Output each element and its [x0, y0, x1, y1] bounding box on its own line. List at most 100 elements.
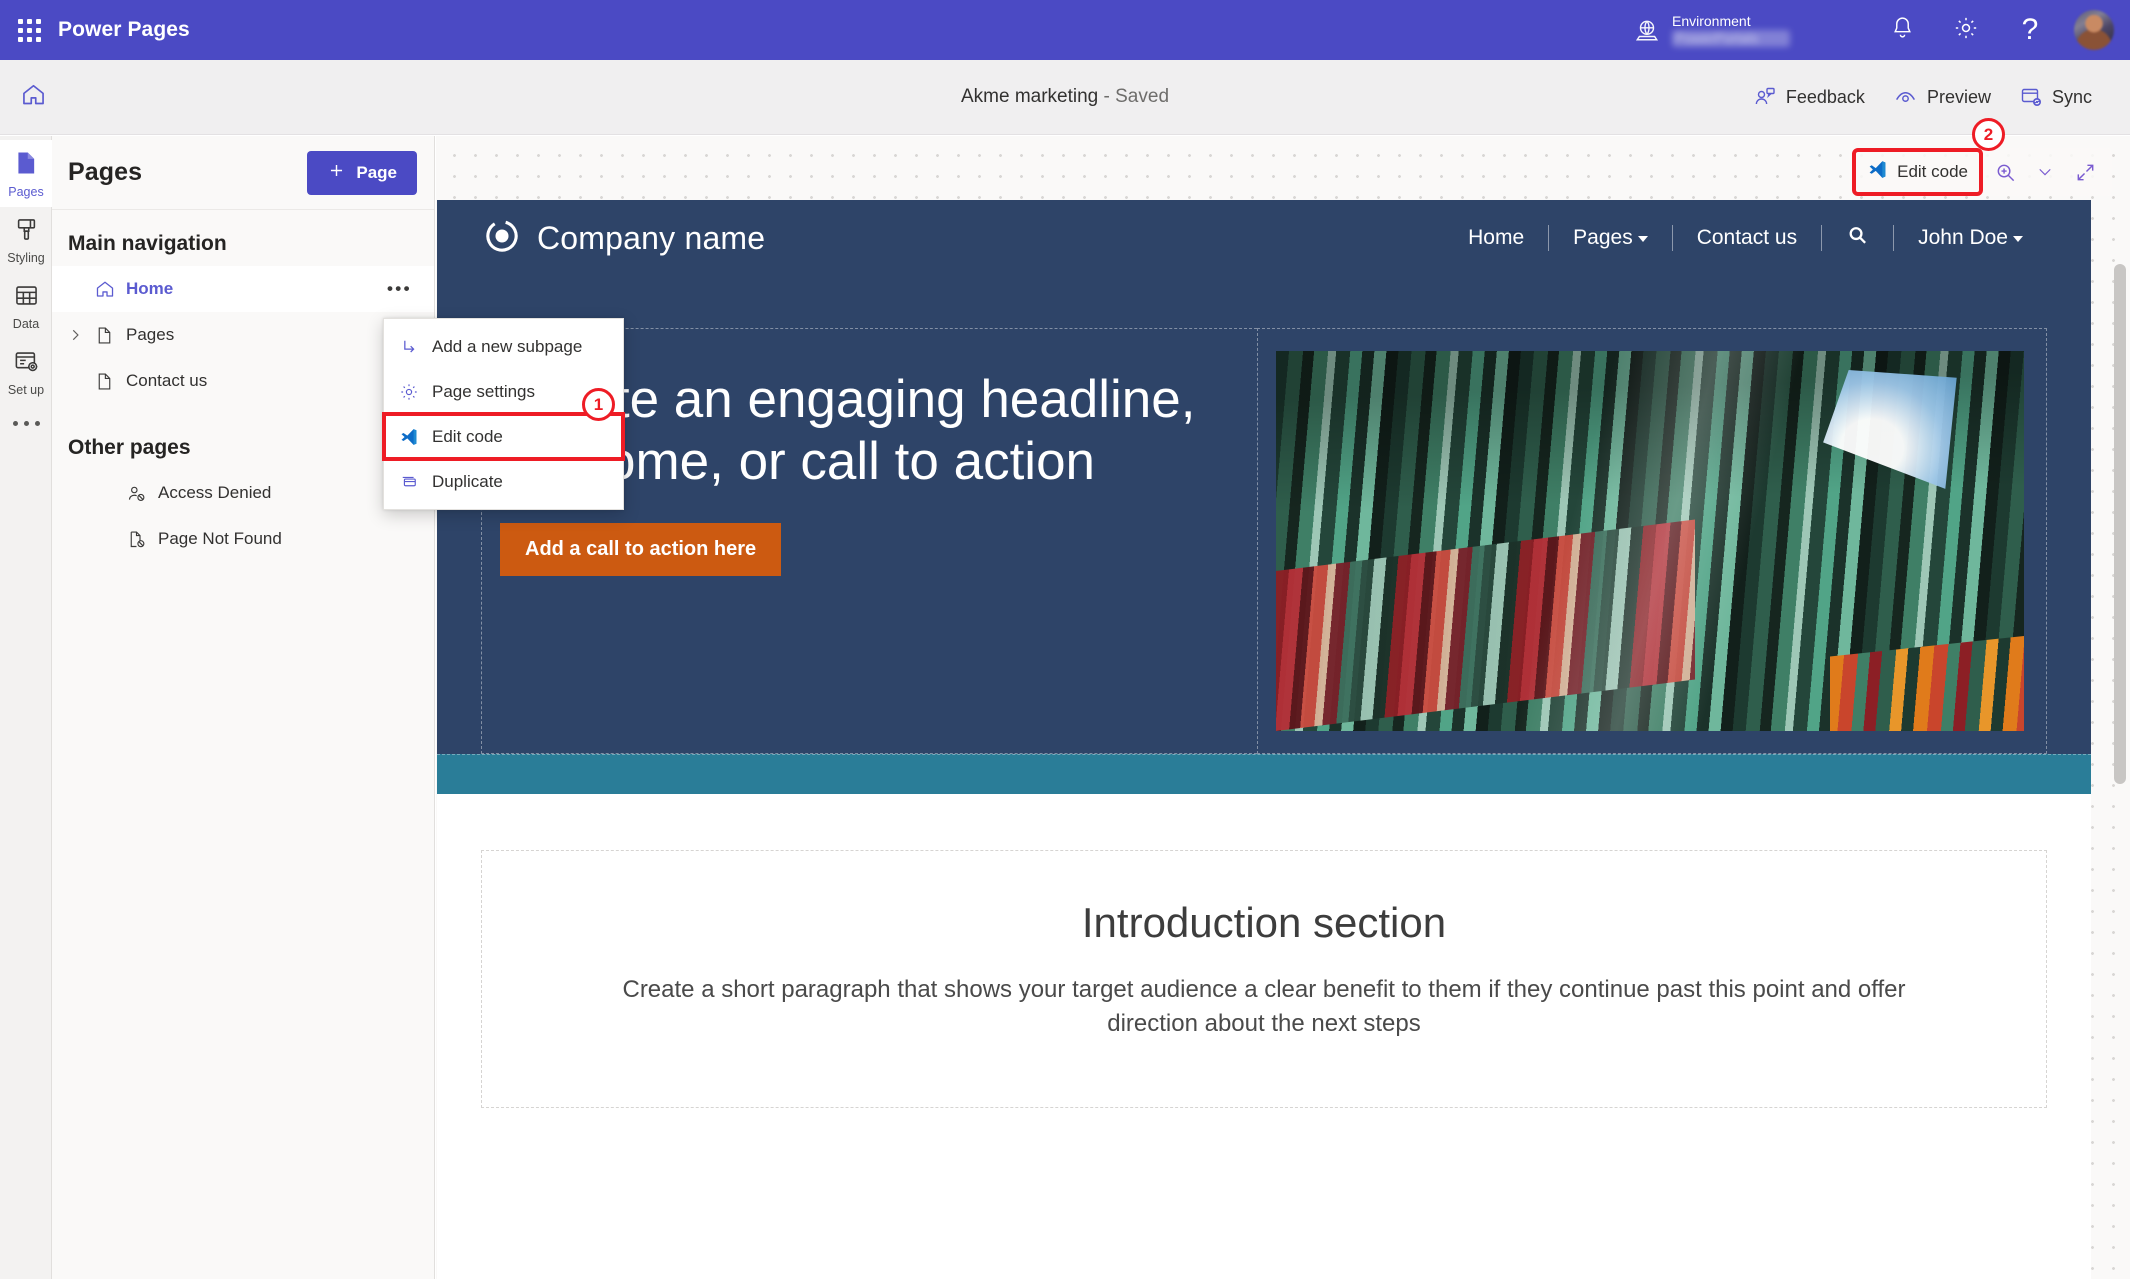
feedback-button[interactable]: Feedback: [1741, 77, 1877, 117]
app-launcher-button[interactable]: [0, 0, 58, 60]
home-button[interactable]: [2, 66, 64, 128]
feedback-label: Feedback: [1785, 86, 1865, 107]
pages-panel-header: Pages Page: [52, 136, 434, 210]
other-pages-title: Other pages: [68, 436, 191, 459]
tree-item-page-not-found[interactable]: Page Not Found: [52, 516, 434, 562]
home-outline-icon: [94, 278, 126, 300]
site-nav-contact-us[interactable]: Contact us: [1673, 226, 1821, 250]
tree-item-home-label: Home: [126, 279, 174, 298]
menu-item-add-subpage-label: Add a new subpage: [432, 336, 583, 356]
sync-button[interactable]: Sync: [2007, 77, 2104, 117]
app-title: Power Pages: [58, 18, 190, 41]
notifications-button[interactable]: [1870, 0, 1934, 60]
question-mark-icon: ?: [2021, 13, 2039, 46]
sidebar-item-pages[interactable]: Pages: [0, 140, 52, 207]
tree-item-access-denied-label: Access Denied: [158, 483, 272, 502]
sidebar-item-data-label: Data: [12, 317, 40, 331]
sidebar-item-data[interactable]: Data: [0, 273, 52, 339]
tree-item-contact-us[interactable]: Contact us: [52, 358, 434, 404]
site-nav-pages-label: Pages: [1573, 226, 1633, 249]
hero-image-block[interactable]: [1257, 328, 2047, 754]
edit-code-button[interactable]: Edit code: [1852, 148, 1983, 196]
hero-image: [1276, 351, 2024, 731]
home-icon: [20, 81, 47, 113]
menu-item-duplicate[interactable]: Duplicate: [384, 459, 623, 504]
page-file-outline-icon: [94, 325, 126, 346]
tree-item-pages[interactable]: Pages: [52, 312, 434, 358]
design-canvas: Edit code Company name Home Pages Contac…: [436, 136, 2130, 1279]
menu-item-edit-code[interactable]: Edit code: [382, 412, 625, 461]
gear-icon: [398, 382, 419, 402]
site-header: Company name Home Pages Contact us John …: [437, 200, 2091, 276]
suite-bar-right: Environment PowerPortals ?: [1634, 0, 2130, 60]
menu-item-edit-code-label: Edit code: [432, 426, 503, 446]
vscode-icon: [398, 427, 419, 447]
chevron-down-icon[interactable]: [2030, 154, 2060, 190]
hero-image-sheen: [1276, 351, 2024, 731]
site-hero-section: Create an engaging headline, welcome, or…: [437, 276, 2091, 754]
hero-inner: Create an engaging headline, welcome, or…: [481, 328, 2047, 754]
site-nav-search[interactable]: [1822, 224, 1893, 253]
page-file-outline-icon: [94, 371, 126, 392]
left-icon-rail: Pages Styling Data Set up: [0, 136, 52, 1279]
command-bar: Akme marketing - Saved Feedback Preview: [0, 60, 2130, 135]
duplicate-icon: [398, 472, 419, 492]
chevron-right-icon[interactable]: [68, 328, 94, 342]
preview-button[interactable]: Preview: [1881, 77, 2003, 118]
canvas-scrollbar-thumb[interactable]: [2114, 264, 2126, 784]
intro-section: Introduction section Create a short para…: [437, 794, 2091, 1153]
feedback-people-icon: [1753, 85, 1777, 109]
plus-icon: [327, 161, 346, 185]
edit-code-label: Edit code: [1897, 162, 1968, 181]
hero-cta-button[interactable]: Add a call to action here: [500, 523, 782, 576]
document-name: Akme marketing: [960, 86, 1099, 107]
site-nav-user-label: John Doe: [1918, 226, 2008, 249]
intro-body: Create a short paragraph that shows your…: [622, 976, 1906, 1038]
help-button[interactable]: ?: [1998, 0, 2062, 60]
menu-item-duplicate-label: Duplicate: [432, 471, 503, 491]
user-avatar[interactable]: [2074, 10, 2114, 50]
environment-globe-icon: [1634, 17, 1660, 43]
app-launcher-icon: [17, 18, 41, 42]
environment-selector[interactable]: Environment PowerPortals: [1634, 13, 1790, 47]
sync-browser-icon: [2019, 85, 2043, 109]
add-page-button[interactable]: Page: [307, 150, 417, 195]
settings-button[interactable]: [1934, 0, 1998, 60]
eye-preview-icon: [1893, 85, 1918, 110]
canvas-toolbar: Edit code: [1849, 148, 2112, 196]
vscode-icon: [1867, 159, 1888, 185]
add-page-label: Page: [356, 162, 397, 182]
accent-band: [437, 754, 2091, 794]
gear-icon: [1953, 15, 1979, 46]
suite-top-bar: Power Pages Environment PowerPortals ?: [0, 0, 2130, 60]
site-nav-user[interactable]: John Doe: [1894, 226, 2047, 250]
sidebar-item-styling[interactable]: Styling: [0, 207, 52, 273]
site-brand[interactable]: Company name: [485, 219, 765, 258]
caret-down-icon: [2013, 236, 2023, 242]
intro-box[interactable]: Introduction section Create a short para…: [481, 850, 2047, 1109]
site-nav-home[interactable]: Home: [1444, 226, 1548, 250]
callout-badge-2: 2: [1972, 118, 2005, 151]
expand-diagonal-icon[interactable]: [2064, 154, 2106, 190]
sidebar-item-styling-label: Styling: [7, 251, 45, 265]
tree-item-home[interactable]: Home •••: [52, 266, 434, 312]
tree-item-access-denied[interactable]: Access Denied: [52, 470, 434, 516]
menu-item-add-subpage[interactable]: Add a new subpage: [384, 324, 623, 369]
environment-label: Environment: [1672, 13, 1751, 30]
canvas-scrollbar-track[interactable]: [2110, 200, 2130, 1279]
command-bar-actions: Feedback Preview Sync: [1741, 77, 2104, 118]
sidebar-item-pages-label: Pages: [8, 185, 44, 199]
circle-logo-icon: [485, 219, 519, 258]
zoom-in-magnifier-icon[interactable]: [1984, 154, 2026, 190]
home-overflow-button[interactable]: •••: [387, 279, 412, 299]
preview-label: Preview: [1926, 86, 1991, 107]
bell-icon: [1890, 15, 1915, 45]
tree-item-page-not-found-label: Page Not Found: [158, 529, 282, 548]
document-status: - Saved: [1098, 86, 1170, 107]
caret-down-icon: [1637, 236, 1648, 242]
sidebar-item-setup[interactable]: Set up: [0, 339, 52, 405]
paint-brush-icon: [13, 216, 40, 248]
site-nav-pages[interactable]: Pages: [1549, 226, 1672, 250]
environment-text: Environment PowerPortals: [1672, 13, 1790, 47]
rail-more-button[interactable]: [0, 405, 52, 442]
